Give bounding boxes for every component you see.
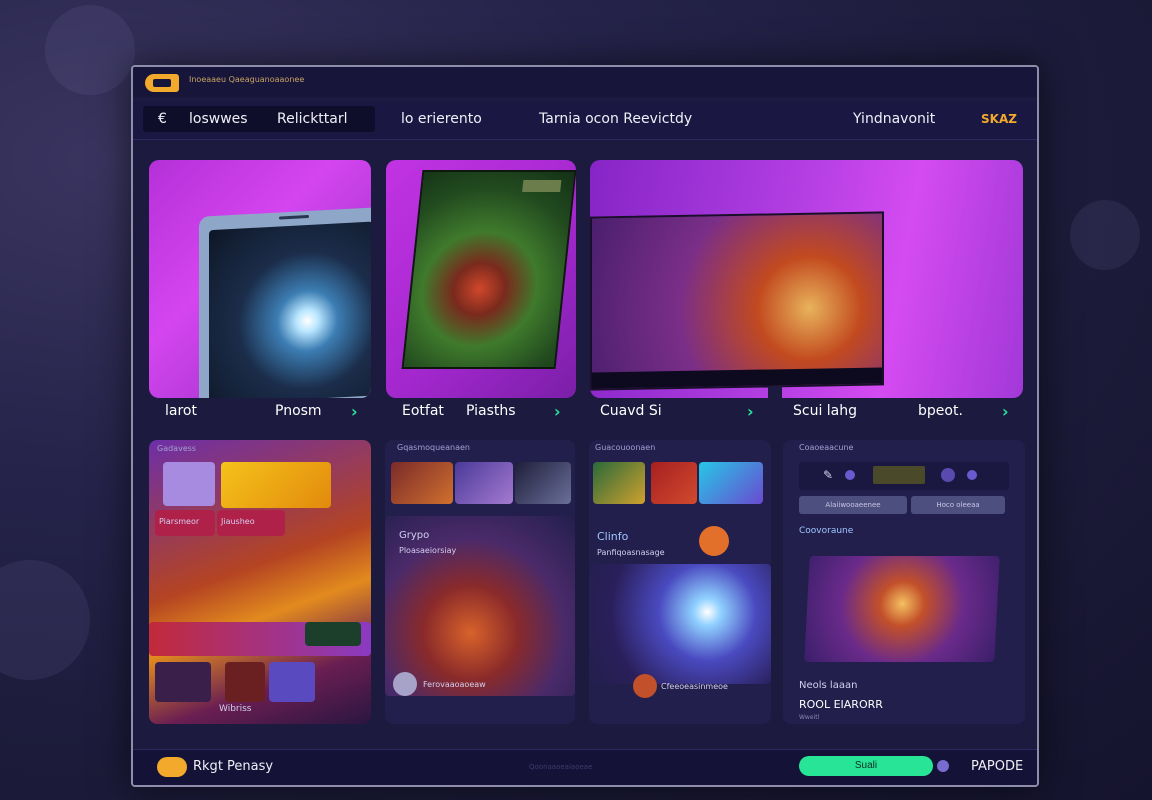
feature-card-wide[interactable] (590, 160, 1023, 398)
nav-item-1[interactable]: loswwes (189, 111, 248, 127)
thumbnail-image[interactable] (391, 462, 453, 504)
card-3-label: Cuavd Si (600, 403, 662, 419)
status-dot-icon (967, 470, 977, 480)
panel-2-caption: Ferovaaoaoeaw (423, 680, 486, 689)
tag-badge: Piarsmeor (155, 510, 215, 536)
card-4-left-label: Scui lahg (793, 403, 858, 419)
app-logo[interactable] (145, 74, 179, 92)
status-dot-icon (937, 760, 949, 772)
card-2-left-label: Eotfat (402, 403, 444, 419)
thumbnail-image[interactable] (651, 462, 697, 504)
window-title: Inoeaaeu Qaeaguanoaaonee (189, 75, 305, 84)
card-4-right-label: bpeot. (918, 403, 963, 419)
status-dot-icon (845, 470, 855, 480)
panel-4-caption: ROOL EIARORR (799, 698, 883, 711)
nav-item-3[interactable]: lo erierento (401, 111, 482, 127)
content-panel-2: Gqasmoqueanaen Grypo Ploasaeiorsiay Fero… (385, 440, 575, 724)
thumbnail-image[interactable] (699, 462, 763, 504)
feature-image[interactable]: Grypo Ploasaeiorsiay (385, 516, 575, 696)
chevron-right-icon[interactable]: › (351, 402, 358, 421)
thumbnail-image[interactable] (515, 462, 571, 504)
thumbnail-image[interactable] (221, 462, 331, 508)
chevron-right-icon[interactable]: › (1002, 402, 1009, 421)
panel-2-sub-text: Ploasaeiorsiay (399, 546, 457, 555)
avatar[interactable] (633, 674, 657, 698)
panel-4-name: Neols laaan (799, 680, 858, 691)
feature-card-2[interactable] (386, 160, 576, 398)
thumbnail-image[interactable] (269, 662, 315, 702)
app-window: Inoeaaeu Qaeaguanoaaonee € loswwes Relic… (131, 65, 1039, 787)
content-panel-3: Guacouoonaen Clinfo Panfiqoasnasage Cfee… (589, 440, 771, 724)
magazine-cover-image (401, 170, 576, 369)
nav-item-4[interactable]: Tarnia ocon Reevictdy (539, 111, 692, 127)
panel-3-caption: Cfeeoeasinmeoe (661, 682, 728, 691)
avatar[interactable] (393, 672, 417, 696)
tab-1[interactable]: Alaiiwooaeenee (799, 496, 907, 514)
card-1-left-label: larot (165, 403, 197, 419)
panel-3-title: Clinfo (597, 530, 629, 543)
thumbnail-image[interactable] (593, 462, 645, 504)
footer-center-text: Qoonaaoeaiaoeae (529, 763, 593, 771)
orb-icon (699, 526, 729, 556)
nav-item-2[interactable]: Relickttarl (277, 111, 348, 127)
panel-1-heading: Gadavess (157, 444, 197, 453)
panel-2-sub-title: Grypo (399, 530, 430, 541)
feature-image[interactable] (804, 556, 1000, 662)
thumbnail-image[interactable] (155, 662, 211, 702)
panel-3-text: Panfiqoasnasage (597, 548, 665, 557)
thumbnail-image[interactable] (455, 462, 513, 504)
primary-action-button[interactable]: Suali (799, 756, 933, 776)
tag-badge: Jiausheo (217, 510, 285, 536)
thumbnail-image[interactable] (163, 462, 215, 506)
tab-2[interactable]: Hoco oleeaa (911, 496, 1005, 514)
feature-image[interactable] (589, 564, 771, 684)
back-button[interactable]: € (158, 111, 167, 127)
bokeh-light (1070, 200, 1140, 270)
thumbnail-image[interactable] (873, 466, 925, 484)
panel-3-heading: Guacouoonaen (595, 443, 656, 452)
bokeh-light (45, 5, 135, 95)
thumbnail-image[interactable] (225, 662, 265, 702)
card-2-right-label: Piasths (466, 403, 516, 419)
panel-4-small: Wweitl (799, 714, 820, 721)
monitor-screen-image (590, 211, 884, 391)
top-nav: € loswwes Relickttarl lo erierento Tarni… (133, 101, 1037, 140)
bokeh-light (0, 560, 90, 680)
tag-text: Jiausheo (221, 517, 255, 526)
chart-thumbnail (305, 622, 361, 646)
nav-accent-label[interactable]: SKAZ (981, 112, 1017, 126)
promo-panel-1[interactable]: Gadavess Piarsmeor Jiausheo Wibriss (149, 440, 371, 724)
icon-strip: ✎ (799, 462, 1009, 490)
nav-item-5[interactable]: Yindnavonit (853, 111, 935, 127)
device-frame-image (199, 207, 371, 398)
panel-4-sub-title: Coovoraune (799, 526, 854, 536)
chevron-right-icon[interactable]: › (554, 402, 561, 421)
footer-left-label: Rkgt Penasy (193, 759, 274, 774)
title-bar: Inoeaaeu Qaeaguanoaaonee (133, 67, 1037, 97)
pin-icon[interactable]: ✎ (823, 468, 833, 482)
footer-right-label[interactable]: PAPODE (971, 759, 1023, 774)
card-divider (768, 386, 782, 398)
panel-2-heading: Gqasmoqueanaen (397, 443, 470, 452)
footer-bar: Rkgt Penasy Qoonaaoeaiaoeae Suali PAPODE (133, 749, 1037, 785)
tag-text: Piarsmeor (159, 517, 200, 526)
card-1-right-label: Pnosm (275, 403, 322, 419)
feature-card-1[interactable] (149, 160, 371, 398)
chevron-right-icon[interactable]: › (747, 402, 754, 421)
content-panel-4: Coaoeaacune ✎ Alaiiwooaeenee Hoco oleeaa… (783, 440, 1025, 724)
panel-4-heading: Coaoeaacune (799, 443, 854, 452)
panel-1-caption: Wibriss (219, 704, 252, 714)
wallet-icon[interactable] (157, 757, 187, 777)
profile-icon[interactable] (941, 468, 955, 482)
